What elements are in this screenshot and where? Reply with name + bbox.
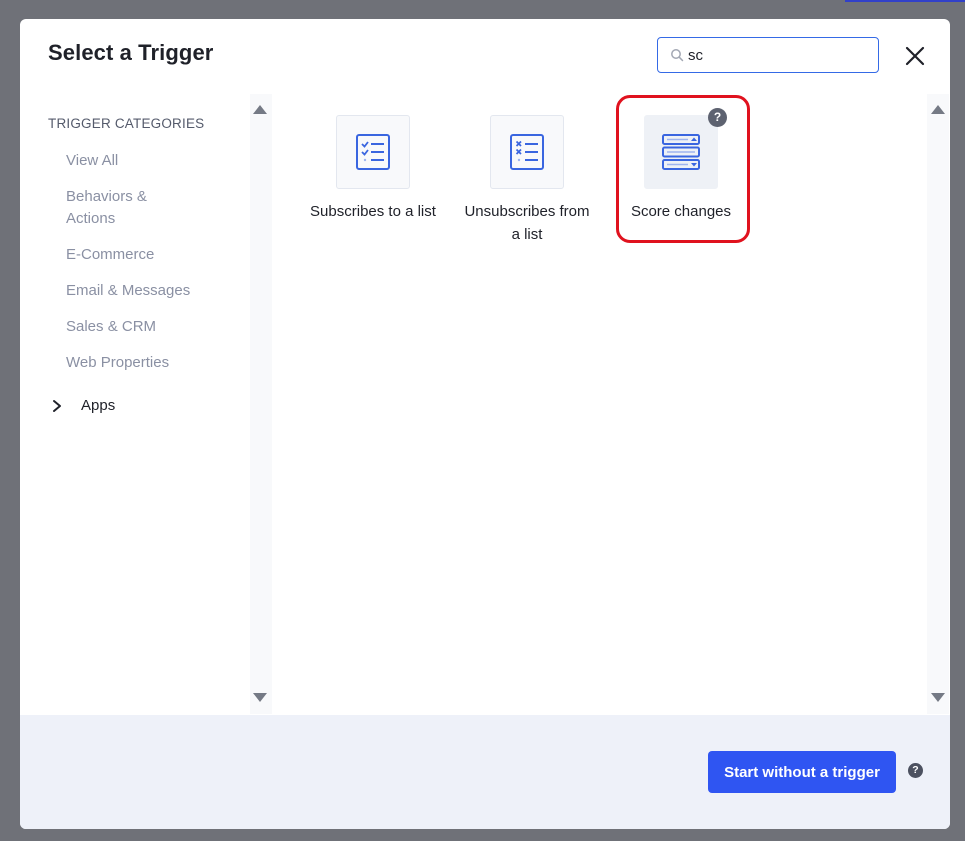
trigger-categories-sidebar: TRIGGER CATEGORIES View All Behaviors & … — [20, 94, 250, 714]
help-question-icon[interactable]: ? — [908, 763, 923, 778]
sidebar-item-sales-crm[interactable]: Sales & CRM — [66, 316, 156, 338]
checklist-icon — [356, 134, 390, 170]
content-scroll-up-icon[interactable] — [931, 105, 945, 114]
apps-label: Apps — [81, 397, 116, 414]
trigger-label: Score changes — [630, 203, 732, 220]
sidebar-heading: TRIGGER CATEGORIES — [48, 116, 205, 131]
sidebar-item-email-messages[interactable]: Email & Messages — [66, 280, 190, 302]
modal-title: Select a Trigger — [48, 40, 214, 65]
chevron-right-icon — [53, 399, 61, 412]
x-list-icon — [510, 134, 544, 170]
start-without-trigger-button[interactable]: Start without a trigger — [708, 751, 896, 793]
content-scrollbar[interactable] — [927, 94, 949, 714]
search-input[interactable] — [688, 45, 868, 65]
question-icon[interactable]: ? — [708, 108, 727, 127]
trigger-label: Unsubscribes from a list — [464, 203, 590, 243]
sidebar-item-apps[interactable]: Apps — [50, 397, 115, 414]
trigger-card-score-changes[interactable]: Score changes — [616, 115, 746, 223]
sidebar-scroll-up-icon[interactable] — [253, 105, 267, 114]
modal-footer: Start without a trigger ? — [20, 715, 950, 829]
search-box[interactable] — [657, 37, 879, 73]
close-icon[interactable] — [902, 43, 928, 69]
trigger-label: Subscribes to a list — [310, 203, 436, 220]
score-stack-icon — [662, 134, 700, 170]
trigger-card-unsubscribes[interactable]: Unsubscribes from a list — [462, 115, 592, 246]
search-icon — [671, 49, 684, 62]
sidebar-item-web-properties[interactable]: Web Properties — [66, 352, 169, 374]
trigger-card-subscribes[interactable]: Subscribes to a list — [308, 115, 438, 223]
sidebar-item-behaviors-actions[interactable]: Behaviors & Actions — [66, 186, 186, 230]
trigger-icon-box — [490, 115, 564, 189]
sidebar-scroll-down-icon[interactable] — [253, 693, 267, 702]
sidebar-item-view-all[interactable]: View All — [66, 150, 118, 172]
content-scroll-down-icon[interactable] — [931, 693, 945, 702]
trigger-icon-box — [336, 115, 410, 189]
trigger-icon-box — [644, 115, 718, 189]
sidebar-item-e-commerce[interactable]: E-Commerce — [66, 244, 154, 266]
sidebar-scrollbar[interactable] — [250, 94, 272, 714]
backdrop-accent-bar — [845, 0, 965, 2]
select-trigger-modal: Select a Trigger TRIGGER CATEGORIES View… — [20, 19, 950, 829]
